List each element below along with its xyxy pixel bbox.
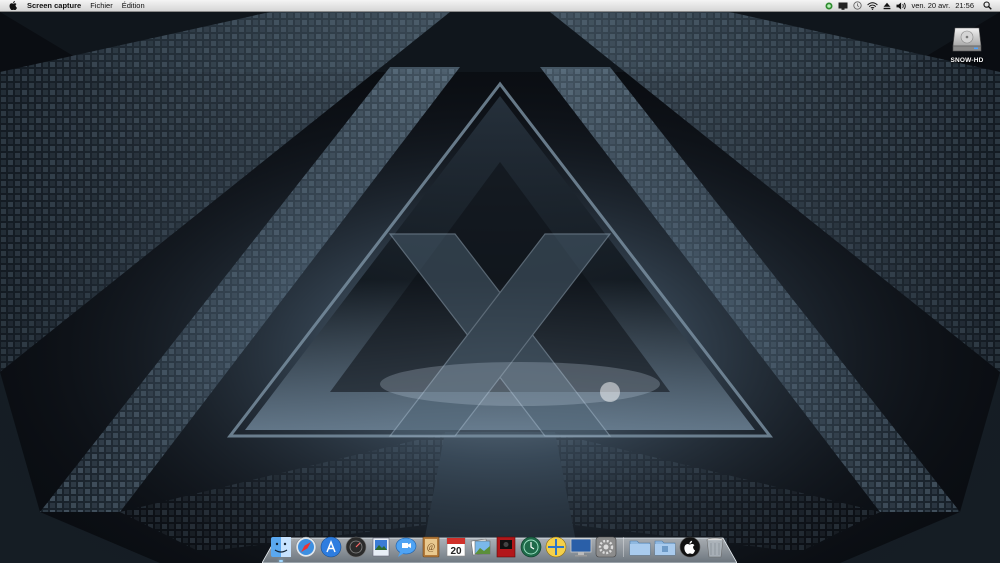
status-area: ven. 20 avr. 21:56 bbox=[820, 0, 1000, 11]
ical-icon: 20 bbox=[446, 537, 466, 557]
display-icon[interactable] bbox=[838, 2, 848, 10]
time-machine-icon-dock bbox=[520, 536, 542, 558]
directory-utility-icon bbox=[545, 536, 567, 558]
hard-drive-icon bbox=[952, 27, 982, 52]
dock-trash[interactable] bbox=[704, 536, 726, 558]
volume-icon[interactable] bbox=[896, 2, 907, 10]
apple-logo-icon[interactable] bbox=[9, 1, 19, 10]
display-icon-dock bbox=[570, 538, 592, 557]
dock-finder[interactable] bbox=[270, 536, 292, 562]
drive-label: SNOW-HD bbox=[950, 57, 984, 64]
dock-time-machine[interactable] bbox=[520, 536, 542, 558]
dock-iphoto[interactable] bbox=[470, 536, 492, 558]
dashboard-icon bbox=[345, 536, 367, 558]
dock-directory-utility[interactable] bbox=[545, 536, 567, 558]
dock-apple[interactable] bbox=[679, 536, 701, 558]
time-machine-icon[interactable] bbox=[853, 1, 863, 10]
clock-time[interactable]: 21:56 bbox=[955, 0, 974, 11]
app-store-icon bbox=[320, 536, 342, 558]
dock-applications-folder[interactable] bbox=[629, 536, 651, 558]
dock-separator bbox=[623, 537, 624, 557]
running-indicator bbox=[279, 560, 283, 562]
dock-photo-booth[interactable] bbox=[495, 536, 517, 558]
address-book-icon: @ bbox=[422, 536, 440, 558]
dock-app-store[interactable] bbox=[320, 536, 342, 558]
dock-ichat[interactable] bbox=[395, 536, 417, 558]
eject-icon[interactable] bbox=[883, 2, 891, 10]
calendar-day: 20 bbox=[450, 546, 462, 557]
folder-icon bbox=[629, 540, 651, 556]
wifi-icon[interactable] bbox=[867, 1, 879, 10]
menu-edition[interactable]: Édition bbox=[122, 0, 145, 11]
dock-safari[interactable] bbox=[295, 536, 317, 558]
app-name-menu[interactable]: Screen capture bbox=[27, 0, 81, 11]
clock-date[interactable]: ven. 20 avr. bbox=[911, 0, 950, 11]
dock-system-preferences[interactable] bbox=[595, 536, 617, 558]
svg-text:@: @ bbox=[427, 542, 435, 552]
menu-fichier[interactable]: Fichier bbox=[90, 0, 113, 11]
dock-address-book[interactable]: @ bbox=[420, 536, 442, 558]
desktop-wallpaper bbox=[0, 12, 1000, 563]
menu-bar: Screen capture Fichier Édition ven. 20 a… bbox=[0, 0, 1000, 12]
dock-preview[interactable] bbox=[370, 536, 392, 558]
evernote-icon[interactable] bbox=[825, 2, 833, 10]
ichat-icon bbox=[395, 537, 417, 557]
dock-ical[interactable]: 20 bbox=[445, 536, 467, 558]
preview-icon bbox=[372, 537, 390, 557]
system-preferences-icon bbox=[595, 536, 617, 558]
finder-icon bbox=[271, 537, 291, 557]
apple-logo-icon bbox=[679, 536, 701, 558]
dock-dashboard[interactable] bbox=[345, 536, 367, 558]
trash-icon bbox=[706, 537, 724, 558]
desktop-drive-snow-hd[interactable]: SNOW-HD bbox=[944, 24, 990, 64]
dock-documents-folder[interactable] bbox=[654, 536, 676, 558]
spotlight-search-icon[interactable] bbox=[983, 1, 992, 10]
safari-icon bbox=[295, 536, 317, 558]
dock: @ 20 bbox=[270, 532, 729, 562]
photo-booth-icon bbox=[496, 536, 516, 558]
dock-display[interactable] bbox=[570, 536, 592, 558]
folder-icon bbox=[654, 540, 676, 556]
iphoto-icon bbox=[470, 538, 491, 556]
